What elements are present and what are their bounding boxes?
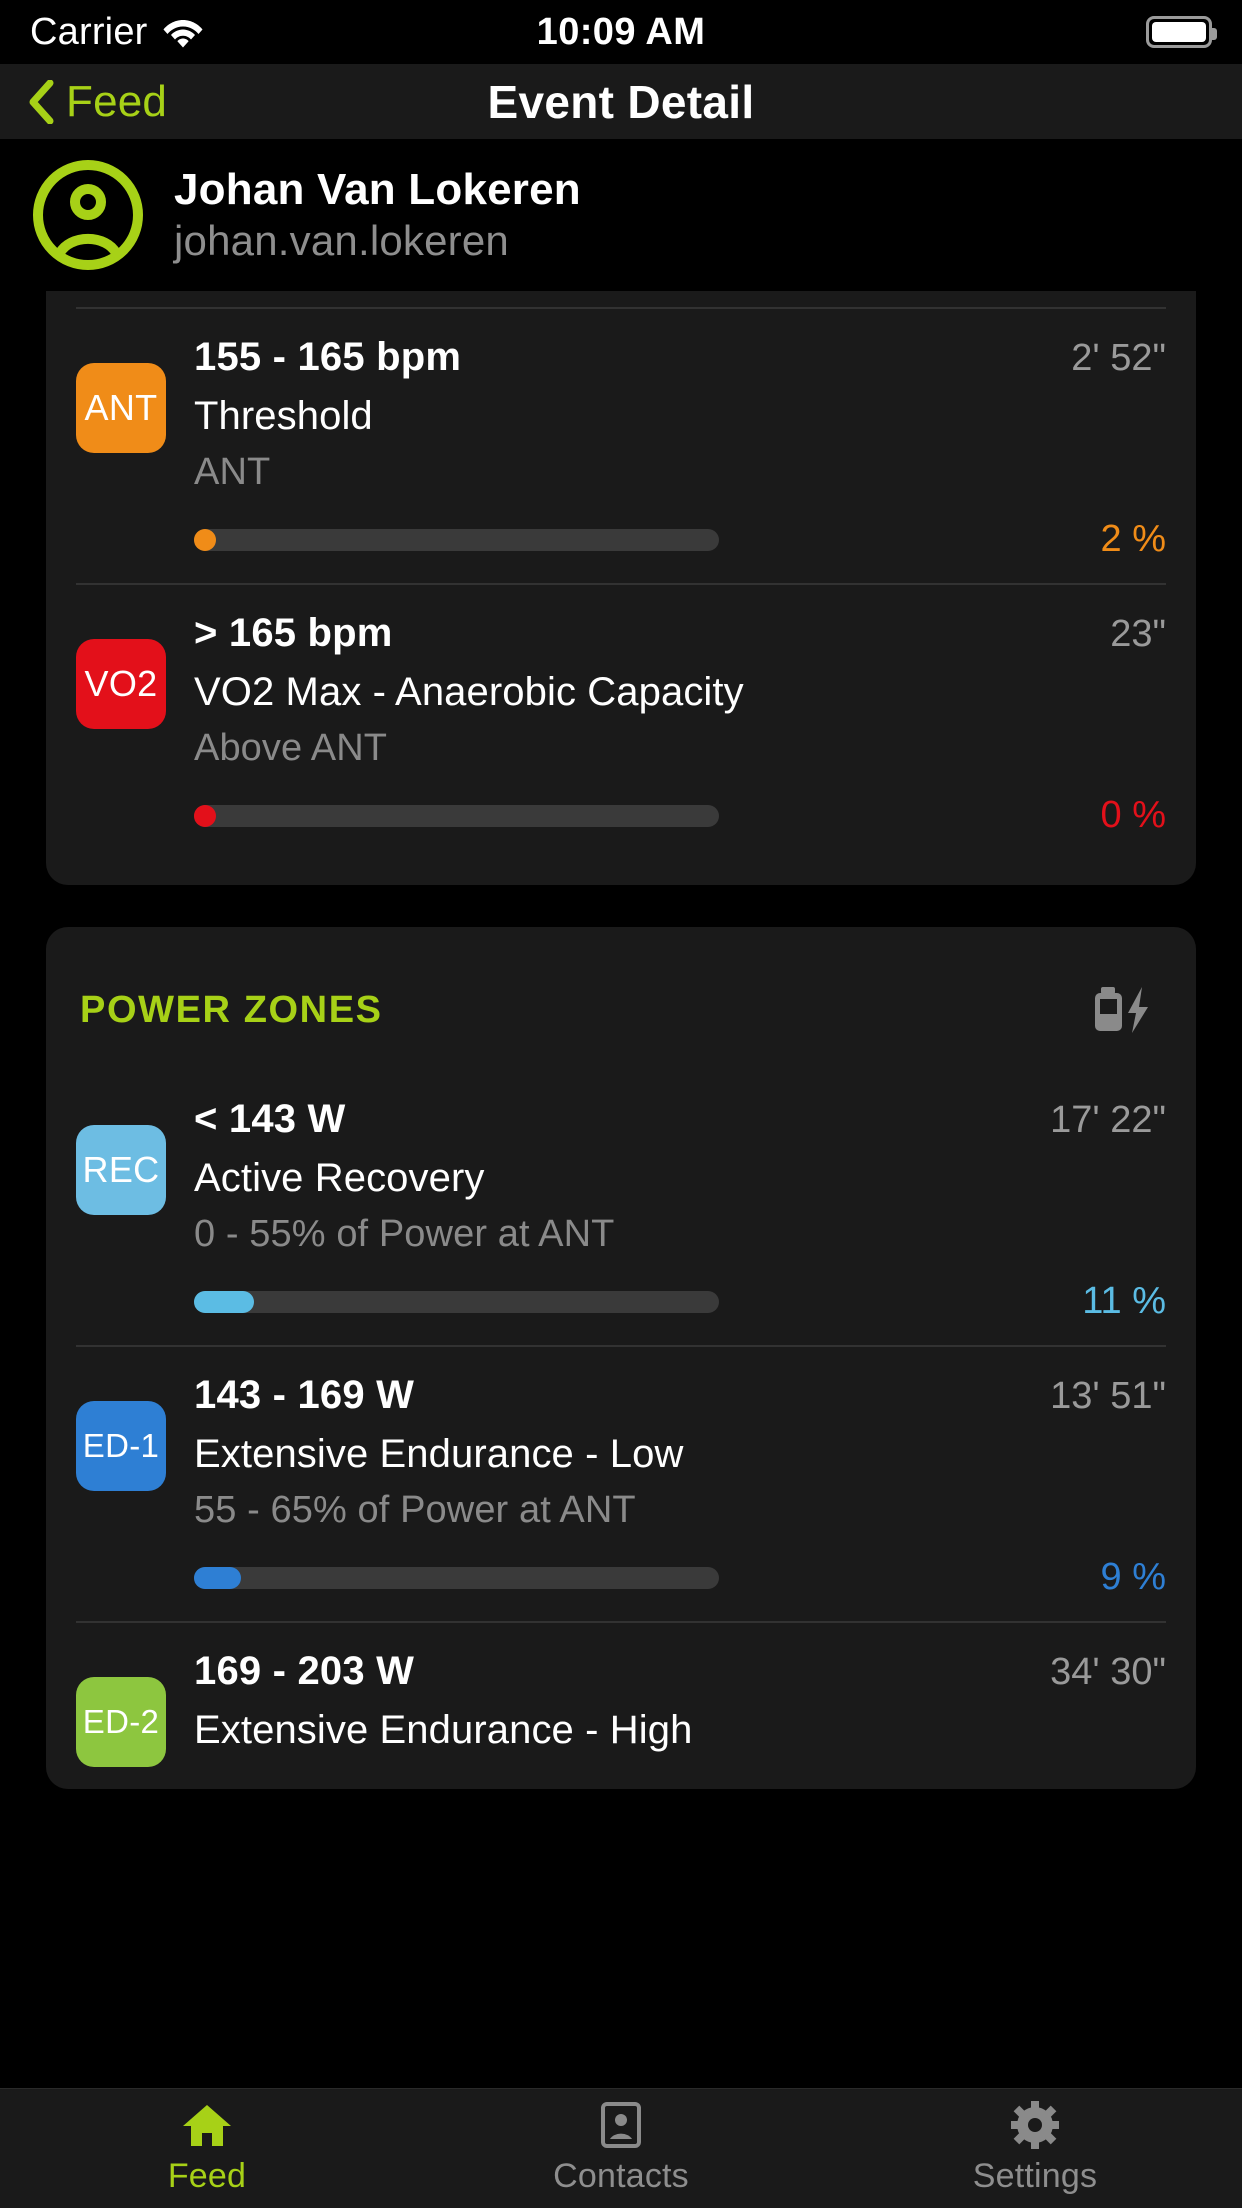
nav-bar: Feed Event Detail <box>0 64 1242 139</box>
progress-fill <box>194 804 216 827</box>
zone-bar: 11 % <box>194 1280 1166 1323</box>
zone-row[interactable]: REC < 143 W 17' 22" Active Recovery 0 - … <box>46 1071 1196 1345</box>
zone-row[interactable]: ANT 155 - 165 bpm 2' 52" Threshold ANT 2… <box>46 309 1196 583</box>
contacts-icon <box>594 2101 648 2149</box>
status-bar-right <box>1146 16 1217 48</box>
zone-body: > 165 bpm 23" VO2 Max - Anaerobic Capaci… <box>194 611 1166 837</box>
zone-percent: 11 % <box>1082 1280 1166 1322</box>
zone-duration: 17' 22" <box>1050 1099 1166 1141</box>
tab-feed[interactable]: Feed <box>0 2101 414 2196</box>
zone-title: Extensive Endurance - Low <box>194 1432 684 1476</box>
power-zones-header: POWER ZONES <box>46 927 1196 1071</box>
zone-badge: ED-1 <box>76 1401 166 1491</box>
wifi-icon <box>162 16 204 48</box>
page-title: Event Detail <box>487 75 755 128</box>
zone-percent: 9 % <box>1100 1556 1166 1598</box>
battery-bolt-icon <box>1088 973 1162 1047</box>
carrier-label: Carrier <box>30 10 148 53</box>
zone-badge: VO2 <box>76 639 166 729</box>
home-icon <box>180 2101 234 2149</box>
profile-handle: johan.van.lokeren <box>174 217 509 264</box>
progress-fill <box>194 1566 242 1589</box>
progress-fill <box>194 1290 255 1313</box>
progress-track <box>194 804 719 827</box>
status-bar: Carrier 10:09 AM <box>0 0 1242 64</box>
zone-percent: 2 % <box>1100 518 1166 560</box>
back-button[interactable]: Feed <box>26 77 167 127</box>
progress-track <box>194 1290 719 1313</box>
scroll-content[interactable]: ANT 155 - 165 bpm 2' 52" Threshold ANT 2… <box>0 291 1242 2088</box>
zone-head: 143 - 169 W 13' 51" <box>194 1373 1166 1418</box>
zone-duration: 2' 52" <box>1071 337 1166 379</box>
back-button-label: Feed <box>66 76 168 126</box>
zone-badge: ANT <box>76 363 166 453</box>
tab-label: Contacts <box>553 2157 689 2195</box>
zone-row[interactable]: ED-2 169 - 203 W 34' 30" Extensive Endur… <box>46 1623 1196 1789</box>
tab-label: Feed <box>167 2157 247 2195</box>
zone-head: > 165 bpm 23" <box>194 611 1166 656</box>
progress-track <box>194 1566 719 1589</box>
power-zones-card: POWER ZONES REC < 143 W 17' 22" Active R… <box>46 927 1196 1789</box>
zone-subtitle: 55 - 65% of Power at ANT <box>194 1489 636 1531</box>
battery-full-icon <box>1146 16 1217 48</box>
zone-head: 155 - 165 bpm 2' 52" <box>194 335 1166 380</box>
tab-contacts[interactable]: Contacts <box>414 2101 828 2196</box>
zone-body: 169 - 203 W 34' 30" Extensive Endurance … <box>194 1649 1166 1753</box>
zone-range: 143 - 169 W <box>194 1373 415 1417</box>
zone-title: Active Recovery <box>194 1156 485 1200</box>
zone-subtitle: Above ANT <box>194 727 388 769</box>
gear-icon <box>1008 2101 1062 2149</box>
progress-track <box>194 528 719 551</box>
phone-screen: Carrier 10:09 AM Feed Event Detail Johan… <box>0 0 1242 2208</box>
zone-badge: ED-2 <box>76 1677 166 1767</box>
zone-range: 169 - 203 W <box>194 1649 415 1693</box>
zone-title: Extensive Endurance - High <box>194 1708 693 1752</box>
zone-bar: 2 % <box>194 518 1166 561</box>
hr-zones-card: ANT 155 - 165 bpm 2' 52" Threshold ANT 2… <box>46 291 1196 885</box>
profile-text: Johan Van Lokeren johan.van.lokeren <box>174 165 581 265</box>
zone-body: 155 - 165 bpm 2' 52" Threshold ANT 2 % <box>194 335 1166 561</box>
zone-subtitle: ANT <box>194 451 271 493</box>
zone-head: < 143 W 17' 22" <box>194 1097 1166 1142</box>
tab-bar: Feed Contacts Settings <box>0 2088 1242 2208</box>
zone-bar: 9 % <box>194 1556 1166 1599</box>
zone-duration: 13' 51" <box>1050 1375 1166 1417</box>
zone-duration: 34' 30" <box>1050 1651 1166 1693</box>
zone-badge: REC <box>76 1125 166 1215</box>
profile-name: Johan Van Lokeren <box>174 165 581 214</box>
chevron-left-icon <box>26 79 56 124</box>
tab-label: Settings <box>972 2157 1098 2195</box>
zone-body: 143 - 169 W 13' 51" Extensive Endurance … <box>194 1373 1166 1599</box>
zone-bar: 0 % <box>194 794 1166 837</box>
zone-range: < 143 W <box>194 1097 346 1141</box>
zone-head: 169 - 203 W 34' 30" <box>194 1649 1166 1694</box>
zone-duration: 23" <box>1110 613 1166 655</box>
zone-row[interactable]: VO2 > 165 bpm 23" VO2 Max - Anaerobic Ca… <box>46 585 1196 859</box>
zone-range: 155 - 165 bpm <box>194 335 462 379</box>
zone-range: > 165 bpm <box>194 611 393 655</box>
zone-title: VO2 Max - Anaerobic Capacity <box>194 670 744 714</box>
user-circle-icon <box>30 157 146 273</box>
section-title: POWER ZONES <box>80 988 383 1031</box>
progress-fill <box>194 528 216 551</box>
zone-subtitle: 0 - 55% of Power at ANT <box>194 1213 615 1255</box>
zone-row[interactable]: ED-1 143 - 169 W 13' 51" Extensive Endur… <box>46 1347 1196 1621</box>
profile-header[interactable]: Johan Van Lokeren johan.van.lokeren <box>0 139 1242 291</box>
status-bar-left: Carrier <box>30 11 204 54</box>
zone-body: < 143 W 17' 22" Active Recovery 0 - 55% … <box>194 1097 1166 1323</box>
zone-percent: 0 % <box>1100 794 1166 836</box>
clipped-progress-row <box>46 291 1196 307</box>
tab-settings[interactable]: Settings <box>828 2101 1242 2196</box>
zone-title: Threshold <box>194 394 373 438</box>
